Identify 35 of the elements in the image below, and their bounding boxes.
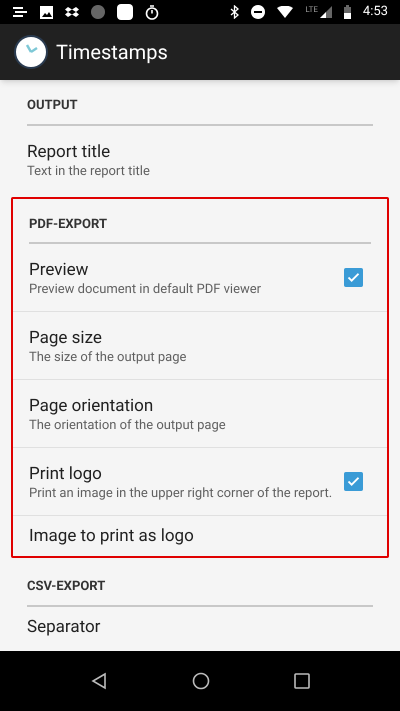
bluetooth-icon [230, 5, 240, 19]
preference-title[interactable]: Page orientation [29, 394, 371, 418]
clock-icon [14, 35, 48, 69]
check-icon [346, 270, 361, 285]
circle-icon [91, 5, 105, 19]
preference-summary: Print an image in the upper right corner of the report. [29, 486, 334, 502]
preference-summary: Text in the report title [27, 164, 151, 180]
back-icon[interactable] [90, 672, 108, 690]
recents-icon[interactable] [294, 673, 310, 689]
stopwatch-icon [145, 4, 159, 20]
clock: 4:53 [362, 3, 388, 22]
preference-title[interactable]: Image to print as logo [29, 524, 371, 548]
section-header: CSV-EXPORT [27, 578, 106, 596]
preference-title[interactable]: Print logo [29, 462, 336, 486]
section-header: OUTPUT [27, 97, 79, 115]
signal-icon [320, 6, 332, 18]
app-title: Timestamps [56, 39, 168, 66]
preference-summary: Preview document in default PDF viewer [29, 282, 262, 298]
network-type: LTE [305, 6, 318, 14]
preference-title[interactable]: Report title [27, 140, 373, 164]
checkbox[interactable] [344, 268, 363, 287]
section-header: PDF-EXPORT [29, 216, 108, 234]
preference-summary: The orientation of the output page [29, 418, 227, 434]
check-icon [346, 474, 361, 489]
image-icon [40, 6, 53, 18]
preference-title[interactable]: Separator [27, 614, 373, 638]
preference-title[interactable]: Preview [29, 258, 336, 282]
preference-title[interactable]: Page size [29, 326, 371, 350]
wifi-icon [277, 6, 294, 18]
checkbox[interactable] [344, 472, 363, 491]
do-not-disturb-icon [251, 5, 266, 19]
square-icon [117, 4, 133, 20]
preference-summary: The size of the output page [29, 350, 188, 366]
battery-icon [344, 5, 351, 19]
home-icon[interactable] [192, 672, 210, 690]
